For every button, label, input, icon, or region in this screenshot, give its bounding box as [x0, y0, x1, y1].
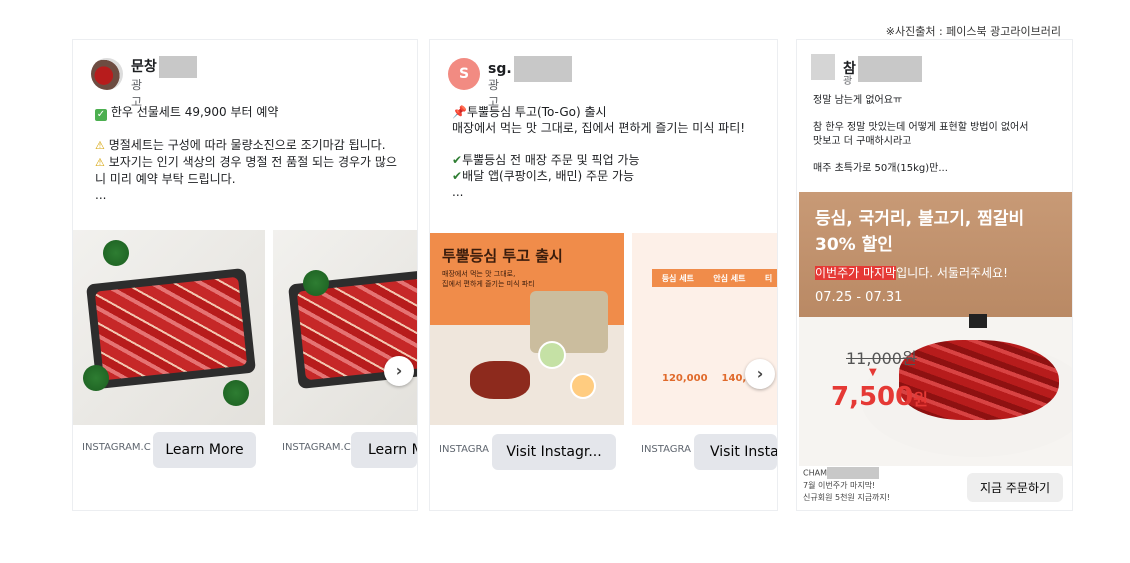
carousel-next-button[interactable]: › [745, 359, 775, 389]
body-line: 매장에서 먹는 맛 그대로, 집에서 편하게 즐기는 미식 파티! [452, 121, 746, 135]
promo-dates: 07.25 - 07.31 [815, 290, 903, 305]
check-icon: ✔ [452, 153, 463, 167]
page-avatar[interactable] [811, 54, 835, 80]
slide-caption: 매장에서 먹는 맛 그대로, 집에서 편하게 즐기는 미식 파티 [442, 270, 535, 288]
body-line: 한우 선물세트 49,900 부터 예약 [110, 105, 279, 119]
carousel-image-2[interactable]: 등심 세트 안심 세트 티 120,000 140,000 [632, 233, 777, 425]
footer-line: 신규회원 5천원 지금까지! [803, 492, 890, 502]
pin-icon: 📌 [452, 105, 467, 119]
sale-price: 7,500원 [831, 382, 928, 412]
warning-icon: ⚠ [95, 139, 105, 152]
original-price: 11,000원 [846, 349, 917, 368]
learn-more-button[interactable]: Learn More [153, 432, 256, 468]
page-avatar[interactable] [91, 58, 123, 90]
currency-unit: 원 [913, 390, 928, 409]
body-line: 투뿔등심 투고(To-Go) 출시 [466, 105, 607, 119]
card-footer: INSTAGRAM.C Learn More INSTAGRAM.C Learn… [73, 432, 417, 472]
card-footer-text: CHAM 7월 이번주가 마지막! 신규회원 5천원 지금까지! [803, 467, 993, 504]
body-line: 배달 앱(쿠팡이츠, 배민) 주문 가능 [462, 169, 635, 183]
body-line: 매주 초특가로 50개(15kg)만... [813, 163, 948, 174]
promo-message: 이번주가 마지막입니다. 서둘러주세요! [815, 264, 1008, 281]
link-domain: INSTAGRAM.C [82, 442, 151, 453]
body-ellipsis: ... [452, 185, 464, 199]
redacted-box [158, 56, 197, 78]
carousel-image-1[interactable] [73, 230, 265, 425]
order-now-button[interactable]: 지금 주문하기 [967, 473, 1063, 502]
table-header: 등심 세트 [661, 273, 694, 283]
ad-card-1: 문창 광고 ✓ 한우 선물세트 49,900 부터 예약 ⚠ 명절세트는 구성에… [73, 40, 417, 510]
footer-line: 7월 이번주가 마지막! [803, 480, 876, 490]
check-box-icon: ✓ [95, 109, 107, 121]
redacted-box [513, 56, 572, 82]
table-price: 120,000 [662, 373, 708, 384]
carousel-image-1[interactable]: 투뿔등심 투고 출시 매장에서 먹는 맛 그대로, 집에서 편하게 즐기는 미식… [430, 233, 624, 425]
card-footer: INSTAGRA Visit Instagr... INSTAGRA Visit… [430, 434, 777, 474]
body-ellipsis: ... [95, 188, 107, 202]
body-line: 명절세트는 구성에 따라 물량소진으로 조기마감 됩니다. [108, 138, 386, 152]
table-header: 티 [764, 273, 773, 283]
body-line: 맛보고 더 구매하시라고 [813, 136, 912, 147]
body-line: 참 한우 정말 맛있는데 어떻게 표현할 방법이 없어서 [813, 122, 1029, 133]
body-line: 보자기는 인기 색상의 경우 명절 전 품절 되는 경우가 많으니 미리 예약 … [95, 155, 397, 186]
page-name[interactable]: 참 [843, 56, 922, 82]
link-domain: INSTAGRAM.C [282, 442, 351, 453]
slide-headline: 투뿔등심 투고 출시 [442, 247, 563, 265]
warning-icon: ⚠ [95, 156, 105, 169]
promo-image[interactable]: 등심, 국거리, 불고기, 찜갈비 30% 할인 이번주가 마지막입니다. 서둘… [799, 192, 1072, 466]
link-domain: INSTAGRA [439, 444, 489, 455]
check-icon: ✔ [452, 169, 463, 183]
visit-instagram-button[interactable]: Visit Instag [694, 434, 777, 470]
carousel-image-2[interactable] [273, 230, 417, 425]
promo-highlight: 이번주가 마지막 [815, 266, 897, 280]
learn-more-button[interactable]: Learn M [351, 432, 417, 468]
link-domain: INSTAGRA [641, 444, 691, 455]
flag-icon [969, 314, 987, 328]
page-name-text: 문창 [131, 59, 157, 75]
page-avatar[interactable]: S [448, 58, 480, 90]
sponsored-label: 광 [843, 76, 853, 87]
carousel: › [73, 230, 417, 425]
ad-card-2: S sg. 광고 📌투뿔등심 투고(To-Go) 출시 매장에서 먹는 맛 그대… [430, 40, 777, 510]
redacted-box [826, 467, 879, 479]
page-name-text: sg. [488, 61, 512, 77]
ad-body: 📌투뿔등심 투고(To-Go) 출시 매장에서 먹는 맛 그대로, 집에서 편하… [452, 104, 759, 200]
promo-message-rest: 입니다. 서둘러주세요! [896, 266, 1008, 280]
ad-body: ✓ 한우 선물세트 49,900 부터 예약 ⚠ 명절세트는 구성에 따라 물량… [95, 104, 399, 203]
carousel: 투뿔등심 투고 출시 매장에서 먹는 맛 그대로, 집에서 편하게 즐기는 미식… [430, 233, 777, 425]
body-line: 정말 남는게 없어요ㅠ [813, 95, 903, 106]
carousel-next-button[interactable]: › [384, 356, 414, 386]
redacted-box [857, 56, 922, 82]
ad-body: 정말 남는게 없어요ㅠ 참 한우 정말 맛있는데 어떻게 표현할 방법이 없어서… [813, 94, 1054, 176]
ad-card-3: 참 광 정말 남는게 없어요ㅠ 참 한우 정말 맛있는데 어떻게 표현할 방법이… [797, 40, 1072, 510]
promo-title: 등심, 국거리, 불고기, 찜갈비 30% 할인 [815, 209, 1025, 255]
table-header: 안심 세트 [713, 273, 746, 283]
page-name[interactable]: 문창 [131, 56, 197, 78]
footer-brand: CHAM [803, 468, 827, 478]
visit-instagram-button[interactable]: Visit Instagr... [492, 434, 616, 470]
source-note: ※사진출처 : 페이스북 광고라이브러리 [885, 25, 1061, 38]
body-line: 투뿔등심 전 매장 주문 및 픽업 가능 [462, 153, 640, 167]
down-arrow-icon: ▼ [869, 367, 877, 378]
page-name[interactable]: sg. [488, 56, 572, 82]
sale-price-value: 7,500 [831, 382, 914, 412]
